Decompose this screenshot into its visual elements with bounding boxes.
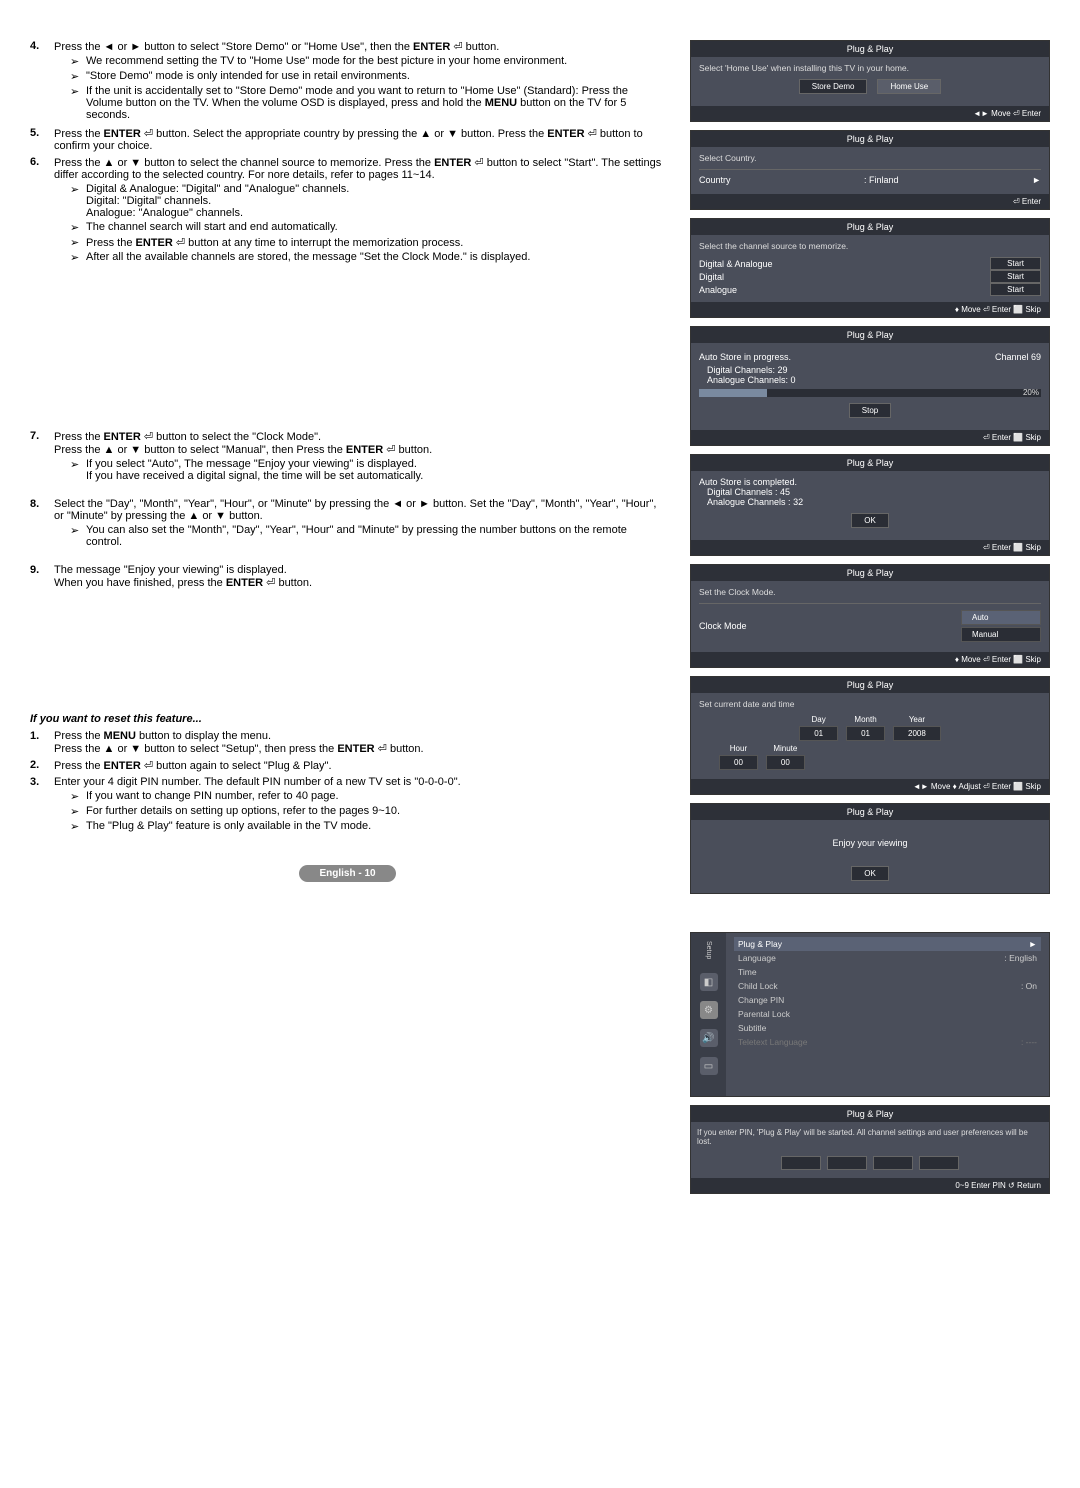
country-label: Country: [699, 175, 731, 185]
osd-screen-clock-mode: Plug & Play Set the Clock Mode. Clock Mo…: [690, 564, 1050, 668]
sound-icon[interactable]: 🔊: [700, 1029, 718, 1047]
progress-bar: 20%: [699, 389, 1041, 397]
ok-button[interactable]: OK: [851, 866, 889, 881]
stop-button[interactable]: Stop: [849, 403, 891, 418]
text: Press the ◄ or ► button to select "Store…: [54, 41, 413, 53]
osd-screen-setup-menu: Setup ◧ ⚙ 🔊 ▭ Plug & Play► Language: Eng…: [690, 932, 1050, 1097]
month-field[interactable]: 01: [846, 726, 885, 741]
osd-title: Plug & Play: [691, 41, 1049, 57]
day-field[interactable]: 01: [799, 726, 838, 741]
step-7: 7. Press the ENTER ⏎ button to select th…: [30, 430, 665, 484]
minute-field[interactable]: 00: [766, 755, 805, 770]
osd-screen-channel-source: Plug & Play Select the channel source to…: [690, 218, 1050, 318]
step-4: 4. Press the ◄ or ► button to select "St…: [30, 40, 665, 123]
osd-screen-auto-store-progress: Plug & Play Auto Store in progress.Chann…: [690, 326, 1050, 446]
pin-digit-3[interactable]: [873, 1156, 913, 1170]
step-number: 4.: [30, 40, 54, 123]
osd-footer: ◄► Move ⏎ Enter: [691, 106, 1049, 121]
reset-step-3: 3. Enter your 4 digit PIN number. The de…: [30, 776, 665, 835]
arrow-right-icon[interactable]: ►: [1032, 175, 1041, 185]
pin-digit-1[interactable]: [781, 1156, 821, 1170]
setup-item-parental-lock[interactable]: Parental Lock: [734, 1007, 1041, 1021]
osd-screen-pin: Plug & Play If you enter PIN, 'Plug & Pl…: [690, 1105, 1050, 1194]
start-button[interactable]: Start: [990, 270, 1041, 283]
step-5: 5. Press the ENTER ⏎ button. Select the …: [30, 127, 665, 152]
setup-item-teletext: Teletext Language: ----: [734, 1035, 1041, 1049]
bullet: You can also set the "Month", "Day", "Ye…: [86, 524, 665, 548]
reset-step-1: 1. Press the MENU button to display the …: [30, 730, 665, 755]
year-field[interactable]: 2008: [893, 726, 941, 741]
clock-manual-option[interactable]: Manual: [961, 627, 1041, 642]
bullet: The "Plug & Play" feature is only availa…: [86, 820, 371, 833]
bullet: We recommend setting the TV to "Home Use…: [86, 55, 567, 68]
bullet: If you select "Auto", The message "Enjoy…: [86, 458, 423, 482]
hour-field[interactable]: 00: [719, 755, 758, 770]
start-button[interactable]: Start: [990, 257, 1041, 270]
store-demo-button[interactable]: Store Demo: [799, 79, 868, 94]
step-9: 9. The message "Enjoy your viewing" is d…: [30, 564, 665, 589]
bullet: The channel search will start and end au…: [86, 221, 338, 234]
enjoy-message: Enjoy your viewing: [699, 826, 1041, 860]
setup-item-subtitle[interactable]: Subtitle: [734, 1021, 1041, 1035]
page-number: English - 10: [299, 865, 395, 882]
pin-digit-2[interactable]: [827, 1156, 867, 1170]
bullet: "Store Demo" mode is only intended for u…: [86, 70, 410, 83]
channel-indicator: Channel 69: [995, 352, 1041, 362]
bullet: If you want to change PIN number, refer …: [86, 790, 339, 803]
ok-button[interactable]: OK: [851, 513, 889, 528]
country-value[interactable]: Finland: [869, 175, 899, 185]
setup-item-child-lock[interactable]: Child Lock: On: [734, 979, 1041, 993]
setup-item-plug-play[interactable]: Plug & Play►: [734, 937, 1041, 951]
clock-auto-option[interactable]: Auto: [961, 610, 1041, 625]
reset-step-2: 2. Press the ENTER ⏎ button again to sel…: [30, 759, 665, 772]
enter-icon: ⏎: [453, 41, 462, 53]
text: button.: [466, 41, 500, 53]
picture-icon[interactable]: ◧: [700, 973, 718, 991]
setup-item-language[interactable]: Language: English: [734, 951, 1041, 965]
bullet: If the unit is accidentally set to "Stor…: [86, 85, 665, 121]
home-use-button[interactable]: Home Use: [877, 79, 941, 94]
input-icon[interactable]: ▭: [700, 1057, 718, 1075]
bullet: For further details on setting up option…: [86, 805, 400, 818]
setup-item-change-pin[interactable]: Change PIN: [734, 993, 1041, 1007]
step-6: 6. Press the ▲ or ▼ button to select the…: [30, 156, 665, 266]
setup-icon[interactable]: ⚙: [700, 1001, 718, 1019]
bullet: Digital & Analogue: "Digital" and "Analo…: [86, 183, 349, 219]
osd-screen-enjoy: Plug & Play Enjoy your viewing OK: [690, 803, 1050, 894]
clock-mode-label: Clock Mode: [699, 621, 747, 631]
step-8: 8. Select the "Day", "Month", "Year", "H…: [30, 498, 665, 550]
osd-screen-date-time: Plug & Play Set current date and time Da…: [690, 676, 1050, 795]
reset-heading: If you want to reset this feature...: [30, 713, 665, 725]
setup-item-time[interactable]: Time: [734, 965, 1041, 979]
bullet: After all the available channels are sto…: [86, 251, 530, 264]
osd-screen-home-use: Plug & Play Select 'Home Use' when insta…: [690, 40, 1050, 122]
bullet: Press the ENTER ⏎ button at any time to …: [86, 236, 463, 249]
osd-screen-country: Plug & Play Select Country. Country : Fi…: [690, 130, 1050, 210]
bold: ENTER: [413, 41, 450, 53]
page-footer: English - 10: [30, 865, 665, 882]
start-button[interactable]: Start: [990, 283, 1041, 296]
osd-screen-auto-store-complete: Plug & Play Auto Store is completed. Dig…: [690, 454, 1050, 556]
pin-digit-4[interactable]: [919, 1156, 959, 1170]
